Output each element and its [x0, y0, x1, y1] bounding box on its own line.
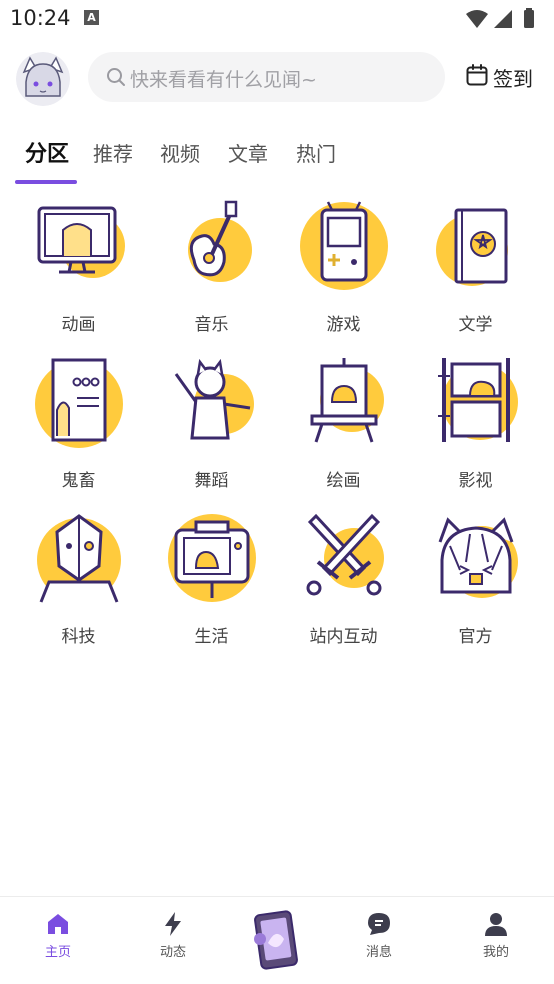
- nav-messages[interactable]: 消息: [334, 911, 424, 960]
- nav-home[interactable]: 主页: [13, 911, 103, 960]
- cyborg-icon: [37, 514, 121, 603]
- nav-label: 我的: [482, 945, 509, 960]
- status-icons: [466, 8, 534, 28]
- category-label: 文学: [458, 315, 493, 335]
- search-input[interactable]: 快来看看有什么见闻~: [130, 65, 317, 92]
- nav-label: 主页: [44, 945, 71, 960]
- checkin-label: 签到: [493, 67, 533, 91]
- nav-label: 动态: [159, 945, 186, 960]
- nav-label: 消息: [365, 945, 392, 960]
- category-label: 鬼畜: [61, 471, 96, 491]
- camera-icon: [168, 514, 256, 602]
- category-painting[interactable]: 绘画: [277, 356, 410, 506]
- nav-feed[interactable]: 动态: [128, 911, 218, 960]
- category-label: 官方: [458, 627, 493, 647]
- tab-bar: 分区 推荐 视频 文章 热门: [0, 130, 554, 186]
- nav-profile[interactable]: 我的: [451, 911, 541, 960]
- header: 快来看看有什么见闻~ 签到: [0, 48, 554, 108]
- home-icon: [48, 914, 68, 934]
- category-label: 舞蹈: [194, 471, 229, 491]
- phone-sticker-icon: [254, 910, 298, 970]
- category-label: 影视: [458, 471, 493, 491]
- gameboy-icon: [300, 201, 388, 290]
- category-interaction[interactable]: 站内互动: [277, 512, 410, 662]
- active-tab-indicator: [15, 180, 77, 184]
- category-dance[interactable]: 舞蹈: [145, 356, 278, 506]
- guitar-icon: [188, 200, 252, 282]
- category-label: 动画: [61, 315, 96, 335]
- cat-girl-icon: [438, 517, 518, 598]
- tab-articles[interactable]: 文章: [228, 138, 268, 167]
- crossed-swords-icon: [306, 513, 384, 596]
- category-label: 音乐: [194, 315, 229, 335]
- center-publish-button[interactable]: [248, 909, 304, 971]
- poster-icon: [35, 358, 123, 448]
- user-icon: [485, 913, 507, 936]
- signal-icon: [494, 10, 512, 28]
- search-icon: [107, 68, 125, 86]
- battery-icon: [524, 10, 534, 28]
- category-film[interactable]: 影视: [409, 356, 542, 506]
- checkin-button[interactable]: 签到: [466, 60, 538, 94]
- message-icon: [368, 913, 390, 935]
- tab-videos[interactable]: 视频: [160, 138, 200, 167]
- book-icon: [436, 208, 508, 286]
- category-music[interactable]: 音乐: [145, 200, 278, 350]
- avatar[interactable]: [16, 52, 70, 106]
- category-label: 站内互动: [309, 627, 378, 647]
- tab-hot[interactable]: 热门: [296, 138, 336, 167]
- bottom-nav: 主页 动态 消息 我的: [0, 896, 554, 984]
- calendar-icon: [466, 64, 488, 86]
- category-label: 游戏: [326, 315, 361, 335]
- category-tech[interactable]: 科技: [12, 512, 145, 662]
- category-anime[interactable]: 动画: [12, 200, 145, 350]
- status-time: 10:24: [10, 6, 71, 30]
- tab-zones[interactable]: 分区: [25, 136, 69, 168]
- status-bar: 10:24 A: [0, 0, 554, 38]
- category-label: 生活: [194, 627, 229, 647]
- category-label: 绘画: [326, 471, 361, 491]
- category-kichiku[interactable]: 鬼畜: [12, 356, 145, 506]
- category-official[interactable]: 官方: [409, 512, 542, 662]
- wifi-icon: [466, 10, 488, 28]
- notification-icon: A: [84, 10, 99, 25]
- category-label: 科技: [61, 627, 96, 647]
- dancing-cat-icon: [174, 358, 254, 440]
- monitor-anime-icon: [37, 206, 125, 278]
- category-literature[interactable]: 文学: [409, 200, 542, 350]
- easel-icon: [310, 358, 384, 443]
- lightning-icon: [165, 912, 181, 936]
- film-strip-icon: [438, 358, 518, 442]
- category-life[interactable]: 生活: [145, 512, 278, 662]
- category-games[interactable]: 游戏: [277, 200, 410, 350]
- search-bar[interactable]: 快来看看有什么见闻~: [88, 52, 445, 102]
- tab-recommended[interactable]: 推荐: [93, 138, 133, 167]
